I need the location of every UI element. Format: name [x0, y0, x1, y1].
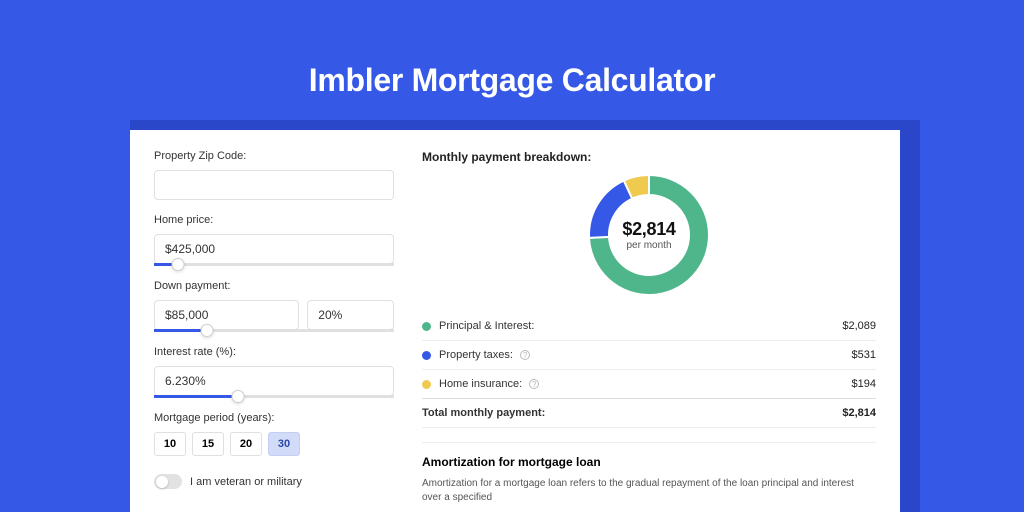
home-price-slider[interactable] — [154, 263, 394, 266]
veteran-label: I am veteran or military — [190, 476, 302, 488]
legend-dot — [422, 322, 431, 331]
legend-value: $2,089 — [842, 320, 876, 332]
legend-total-row: Total monthly payment: $2,814 — [422, 398, 876, 428]
legend-total-label: Total monthly payment: — [422, 407, 545, 419]
home-price-label: Home price: — [154, 214, 394, 226]
down-payment-input[interactable] — [154, 300, 299, 330]
legend-label: Property taxes: ? — [439, 349, 530, 361]
mortgage-period-label: Mortgage period (years): — [154, 412, 394, 424]
period-button-30[interactable]: 30 — [268, 432, 300, 456]
info-icon[interactable]: ? — [529, 379, 539, 389]
breakdown-title: Monthly payment breakdown: — [422, 150, 876, 164]
donut-amount: $2,814 — [622, 219, 675, 240]
legend: Principal & Interest: $2,089 Property taxe… — [422, 312, 876, 398]
period-button-15[interactable]: 15 — [192, 432, 224, 456]
donut-center: $2,814 per month — [622, 219, 675, 251]
veteran-toggle-row: I am veteran or military — [154, 474, 394, 489]
legend-row: Home insurance: ? $194 — [422, 370, 876, 398]
interest-rate-label: Interest rate (%): — [154, 346, 394, 358]
legend-value: $194 — [852, 378, 876, 390]
period-button-20[interactable]: 20 — [230, 432, 262, 456]
zip-label: Property Zip Code: — [154, 150, 394, 162]
home-price-group: Home price: — [154, 214, 394, 266]
legend-value: $531 — [852, 349, 876, 361]
slider-thumb[interactable] — [232, 390, 245, 403]
mortgage-period-group: Mortgage period (years): 10152030 — [154, 412, 394, 456]
page-title: Imbler Mortgage Calculator — [0, 0, 1024, 99]
amortization-section: Amortization for mortgage loan Amortizat… — [422, 442, 876, 505]
interest-rate-slider[interactable] — [154, 395, 394, 398]
down-payment-pct-input[interactable] — [307, 300, 394, 330]
veteran-toggle[interactable] — [154, 474, 182, 489]
zip-input[interactable] — [154, 170, 394, 200]
legend-label: Principal & Interest: — [439, 320, 534, 332]
zip-field-group: Property Zip Code: — [154, 150, 394, 200]
legend-total-value: $2,814 — [842, 407, 876, 419]
down-payment-slider[interactable] — [154, 329, 394, 332]
interest-rate-group: Interest rate (%): — [154, 346, 394, 398]
slider-thumb[interactable] — [172, 258, 185, 271]
legend-dot — [422, 380, 431, 389]
down-payment-group: Down payment: — [154, 280, 394, 332]
legend-row: Principal & Interest: $2,089 — [422, 312, 876, 341]
amortization-text: Amortization for a mortgage loan refers … — [422, 477, 876, 505]
down-payment-label: Down payment: — [154, 280, 394, 292]
period-button-10[interactable]: 10 — [154, 432, 186, 456]
legend-dot — [422, 351, 431, 360]
legend-label: Home insurance: ? — [439, 378, 539, 390]
breakdown-column: Monthly payment breakdown: $2,814 per mo… — [422, 150, 876, 492]
interest-rate-input[interactable] — [154, 366, 394, 396]
home-price-input[interactable] — [154, 234, 394, 264]
form-column: Property Zip Code: Home price: Down paym… — [154, 150, 394, 492]
info-icon[interactable]: ? — [520, 350, 530, 360]
slider-thumb[interactable] — [200, 324, 213, 337]
calculator-card: Property Zip Code: Home price: Down paym… — [130, 130, 900, 512]
donut-chart: $2,814 per month — [422, 172, 876, 298]
legend-row: Property taxes: ? $531 — [422, 341, 876, 370]
amortization-title: Amortization for mortgage loan — [422, 455, 876, 469]
donut-sub: per month — [622, 240, 675, 251]
